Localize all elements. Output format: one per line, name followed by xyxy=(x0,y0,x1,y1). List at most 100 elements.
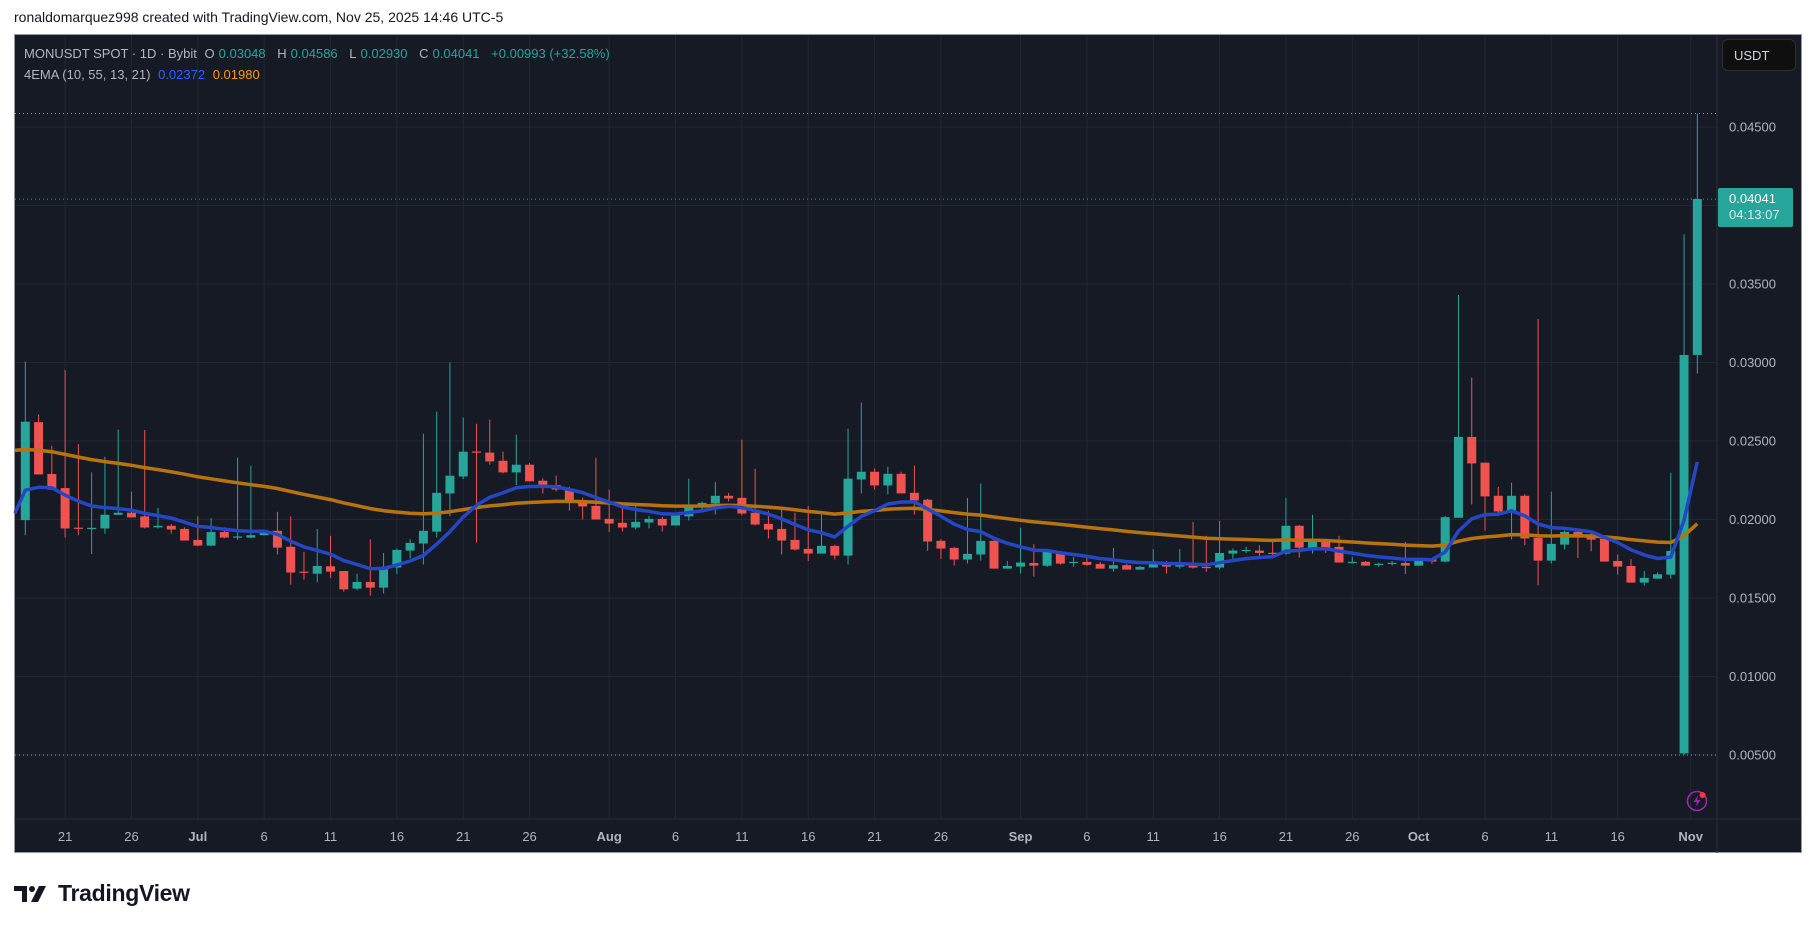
price-tick-label: 0.03500 xyxy=(1729,277,1776,292)
candle-body xyxy=(1254,550,1264,553)
candle xyxy=(193,516,203,547)
time-tick-label: 16 xyxy=(390,829,404,844)
candle-body xyxy=(1560,531,1570,545)
candle-body xyxy=(883,473,893,486)
candle-body xyxy=(790,539,800,550)
candle-body xyxy=(962,553,972,560)
candle-body xyxy=(1042,551,1052,566)
candle xyxy=(180,527,190,541)
candle xyxy=(34,414,44,475)
candle-body xyxy=(1653,574,1663,579)
candle-body xyxy=(1599,538,1609,562)
tradingview-logo[interactable]: TradingView xyxy=(14,880,190,907)
price-tick-label: 0.01000 xyxy=(1729,669,1776,684)
ema-fast-line xyxy=(13,461,1700,571)
time-tick-label: 6 xyxy=(1481,829,1488,844)
candle xyxy=(1533,319,1543,586)
candle-body xyxy=(219,532,229,538)
candle xyxy=(1148,549,1158,568)
candle-body xyxy=(1347,561,1357,564)
candle-body xyxy=(1453,436,1463,518)
time-tick-label: 16 xyxy=(1212,829,1226,844)
time-tick-label: 26 xyxy=(1345,829,1359,844)
bar-countdown: 04:13:07 xyxy=(1729,207,1780,222)
candle xyxy=(113,429,123,515)
candle xyxy=(445,362,455,517)
candle xyxy=(1679,234,1689,755)
candle xyxy=(1281,497,1291,555)
currency-button[interactable]: USDT xyxy=(1722,39,1796,71)
candle-body xyxy=(206,532,216,546)
candle-body xyxy=(1546,543,1556,561)
time-tick-label: 26 xyxy=(934,829,948,844)
candle xyxy=(1467,377,1477,505)
price-tick-label: 0.02000 xyxy=(1729,512,1776,527)
candle xyxy=(671,514,681,526)
candle-body xyxy=(1228,550,1238,554)
last-price-label: 0.04041 04:13:07 xyxy=(1718,188,1793,227)
candle-body xyxy=(140,516,150,528)
candle xyxy=(1387,560,1397,566)
time-tick-label: 21 xyxy=(1279,829,1293,844)
candle xyxy=(1639,570,1649,586)
candle xyxy=(233,457,243,540)
time-tick-label: 16 xyxy=(801,829,815,844)
candle-body xyxy=(153,525,163,528)
ohlc-close: C 0.04041 xyxy=(419,46,480,61)
candle-body xyxy=(644,518,654,523)
candle xyxy=(1228,548,1238,559)
time-tick-label: 11 xyxy=(1147,829,1161,844)
candle xyxy=(87,472,97,555)
symbol-info[interactable]: MONUSDT SPOT · 1D · Bybit xyxy=(24,46,197,61)
candle xyxy=(471,423,481,543)
candle-body xyxy=(1533,537,1543,561)
candle-body xyxy=(604,518,614,524)
indicator-name[interactable]: 4EMA (10, 55, 13, 21) xyxy=(24,67,150,82)
ema-slow-value: 0.01980 xyxy=(212,67,260,82)
candle-body xyxy=(591,505,601,520)
candle xyxy=(949,546,959,566)
candle xyxy=(166,524,176,534)
ohlc-low: L 0.02930 xyxy=(349,46,408,61)
price-tick-label: 0.04500 xyxy=(1729,120,1776,135)
candle-body xyxy=(34,422,44,475)
candle-body xyxy=(856,471,866,480)
price-change: +0.00993 (+32.58%) xyxy=(491,46,610,61)
time-tick-label: 21 xyxy=(867,829,881,844)
candle-body xyxy=(352,581,362,589)
grid xyxy=(15,35,1717,819)
candle xyxy=(750,468,760,526)
time-tick-label: Sep xyxy=(1009,829,1033,844)
candle xyxy=(657,516,667,532)
candle-body xyxy=(180,528,190,541)
candle-body xyxy=(233,536,243,538)
candle xyxy=(1599,538,1609,562)
candle-body xyxy=(1679,354,1689,754)
candle-body xyxy=(1135,566,1145,570)
candlestick-chart[interactable]: 0.00500 0.01000 0.01500 0.02000 0.02500 0.030… xyxy=(0,0,1815,928)
candle-body xyxy=(1069,561,1079,564)
candle xyxy=(1666,472,1676,579)
candle xyxy=(1653,572,1663,579)
candle-body xyxy=(803,548,813,554)
candle xyxy=(591,457,601,520)
candle xyxy=(405,539,415,559)
candle xyxy=(379,552,389,594)
candle-body xyxy=(126,512,136,518)
time-tick-label: 26 xyxy=(522,829,536,844)
candle-body xyxy=(1029,562,1039,566)
candle-body xyxy=(20,421,30,521)
candle xyxy=(936,539,946,559)
tradingview-logo-icon xyxy=(14,885,46,902)
candle-body xyxy=(485,452,495,462)
candle xyxy=(339,570,349,592)
time-tick-label: Jul xyxy=(188,829,207,844)
candle-body xyxy=(365,581,375,588)
candle-body xyxy=(498,460,508,473)
candle-body xyxy=(1016,562,1026,567)
candle xyxy=(777,508,787,555)
candle xyxy=(724,492,734,502)
ema-lines xyxy=(13,447,1700,571)
candle-body xyxy=(445,475,455,494)
candle xyxy=(1016,527,1026,574)
